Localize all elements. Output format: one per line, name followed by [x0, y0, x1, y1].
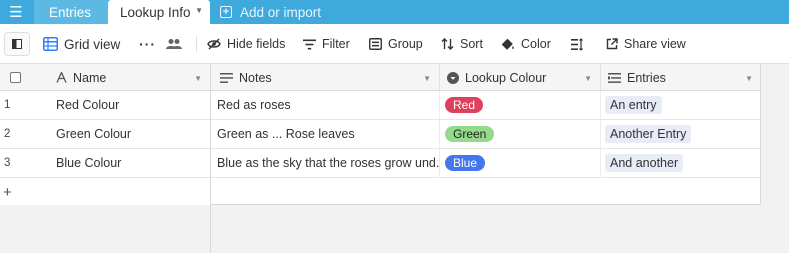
chevron-down-icon[interactable]: ▼: [195, 6, 203, 15]
more-options-icon[interactable]: ···: [139, 24, 156, 64]
name-cell[interactable]: Blue Colour: [56, 149, 206, 177]
notes-cell[interactable]: Blue as the sky that the roses grow und.…: [211, 149, 440, 177]
sort-label: Sort: [460, 37, 483, 51]
table-row[interactable]: Blue as the sky that the roses grow und.…: [211, 149, 760, 178]
share-view-button[interactable]: Share view: [606, 24, 686, 64]
colour-pill: Blue: [445, 155, 486, 171]
eye-off-icon: [207, 38, 221, 50]
notes-cell[interactable]: Green as ... Rose leaves: [211, 120, 440, 148]
table-row[interactable]: 3 Blue Colour: [0, 149, 210, 178]
colour-pill: Red: [445, 97, 484, 113]
table-row[interactable]: Green as ... Rose leaves Green Another E…: [211, 120, 760, 149]
color-label: Color: [521, 37, 551, 51]
entries-cell[interactable]: Another Entry: [601, 120, 761, 148]
tab-lookup-info-label: Lookup Info: [120, 4, 191, 20]
group-icon: [369, 38, 382, 50]
tab-bar: ☰ Entries Lookup Info ▼ + Add or import: [0, 0, 789, 24]
group-label: Group: [388, 37, 423, 51]
hamburger-menu-icon[interactable]: ☰: [0, 0, 32, 24]
name-cell[interactable]: Red Colour: [56, 91, 206, 119]
add-row[interactable]: +: [0, 178, 210, 207]
row-number: 2: [4, 128, 11, 140]
view-name: Grid view: [64, 36, 121, 52]
colour-pill: Green: [445, 126, 495, 142]
table-row[interactable]: 2 Green Colour: [0, 120, 210, 149]
header-row-right: Notes ▼ Lookup Colour ▼ Entries ▼: [211, 64, 760, 91]
column-header-name[interactable]: Name ▼: [30, 64, 210, 91]
share-view-label: Share view: [624, 37, 686, 51]
name-cell[interactable]: Green Colour: [56, 120, 206, 148]
column-header-notes[interactable]: Notes ▼: [211, 64, 440, 91]
data-grid: Name ▼ 1 Red Colour 2 Green Colour 3 Blu…: [0, 64, 789, 253]
collaborators-icon[interactable]: [166, 24, 182, 64]
hide-fields-label: Hide fields: [227, 37, 286, 51]
color-button[interactable]: Color: [501, 24, 551, 64]
linked-record-chip[interactable]: And another: [605, 154, 684, 172]
column-header-lookup-colour[interactable]: Lookup Colour ▼: [440, 64, 601, 91]
add-or-import-button[interactable]: + Add or import: [218, 0, 321, 24]
row-number: 1: [4, 99, 11, 111]
long-text-icon: [220, 72, 233, 83]
column-header-entries[interactable]: Entries ▼: [601, 64, 761, 91]
column-name-label: Name: [73, 70, 107, 85]
add-or-import-label: Add or import: [240, 4, 322, 20]
tab-entries[interactable]: Entries: [34, 0, 108, 24]
text-field-icon: [56, 72, 67, 83]
column-entries-label: Entries: [627, 70, 666, 85]
linked-records-icon: [608, 72, 621, 83]
grid-left-pane: Name ▼ 1 Red Colour 2 Green Colour 3 Blu…: [0, 64, 211, 253]
linked-record-chip[interactable]: Another Entry: [605, 125, 692, 143]
view-switcher[interactable]: Grid view: [43, 24, 120, 64]
grid-right-pane: Notes ▼ Lookup Colour ▼ Entries ▼ Red as…: [211, 64, 761, 205]
single-select-icon: [447, 71, 459, 84]
group-button[interactable]: Group: [369, 24, 423, 64]
lookup-colour-cell[interactable]: Blue: [440, 149, 601, 177]
grid-icon: [43, 37, 58, 51]
select-all-cell: [0, 64, 30, 91]
add-row-icon[interactable]: +: [3, 178, 23, 206]
add-row-right[interactable]: [211, 178, 760, 207]
entries-cell[interactable]: And another: [601, 149, 761, 177]
sort-button[interactable]: Sort: [441, 24, 483, 64]
table-row[interactable]: 1 Red Colour: [0, 91, 210, 120]
row-height-button[interactable]: [571, 24, 583, 64]
linked-record-chip[interactable]: An entry: [605, 96, 662, 114]
chevron-down-icon[interactable]: ▼: [584, 74, 592, 83]
row-height-icon: [571, 37, 583, 51]
lookup-colour-cell[interactable]: Red: [440, 91, 601, 119]
row-number: 3: [4, 157, 11, 169]
filter-button[interactable]: Filter: [303, 24, 350, 64]
chevron-down-icon[interactable]: ▼: [423, 74, 431, 83]
chevron-down-icon[interactable]: ▼: [745, 74, 753, 83]
lookup-colour-cell[interactable]: Green: [440, 120, 601, 148]
tab-lookup-info[interactable]: Lookup Info ▼: [108, 0, 210, 24]
header-row-left: Name ▼: [0, 64, 210, 91]
column-lookup-colour-label: Lookup Colour: [465, 70, 547, 85]
column-notes-label: Notes: [239, 70, 272, 85]
filter-icon: [303, 39, 316, 49]
select-all-checkbox[interactable]: [9, 72, 21, 83]
plus-icon: +: [220, 6, 232, 18]
table-row[interactable]: Red as roses Red An entry: [211, 91, 760, 120]
grid-empty-area: [0, 205, 210, 253]
chevron-down-icon[interactable]: ▼: [194, 74, 202, 83]
view-toolbar: Grid view ··· Hide fields Filter Group S…: [0, 24, 789, 64]
paint-bucket-icon: [501, 38, 514, 50]
hide-fields-button[interactable]: Hide fields: [207, 24, 285, 64]
sidebar-toggle-button[interactable]: [4, 32, 30, 56]
filter-label: Filter: [322, 37, 350, 51]
notes-cell[interactable]: Red as roses: [211, 91, 440, 119]
share-icon: [606, 38, 618, 50]
sort-icon: [441, 38, 454, 50]
sidebar-icon: [12, 39, 22, 49]
entries-cell[interactable]: An entry: [601, 91, 761, 119]
toolbar-divider: [196, 36, 197, 52]
